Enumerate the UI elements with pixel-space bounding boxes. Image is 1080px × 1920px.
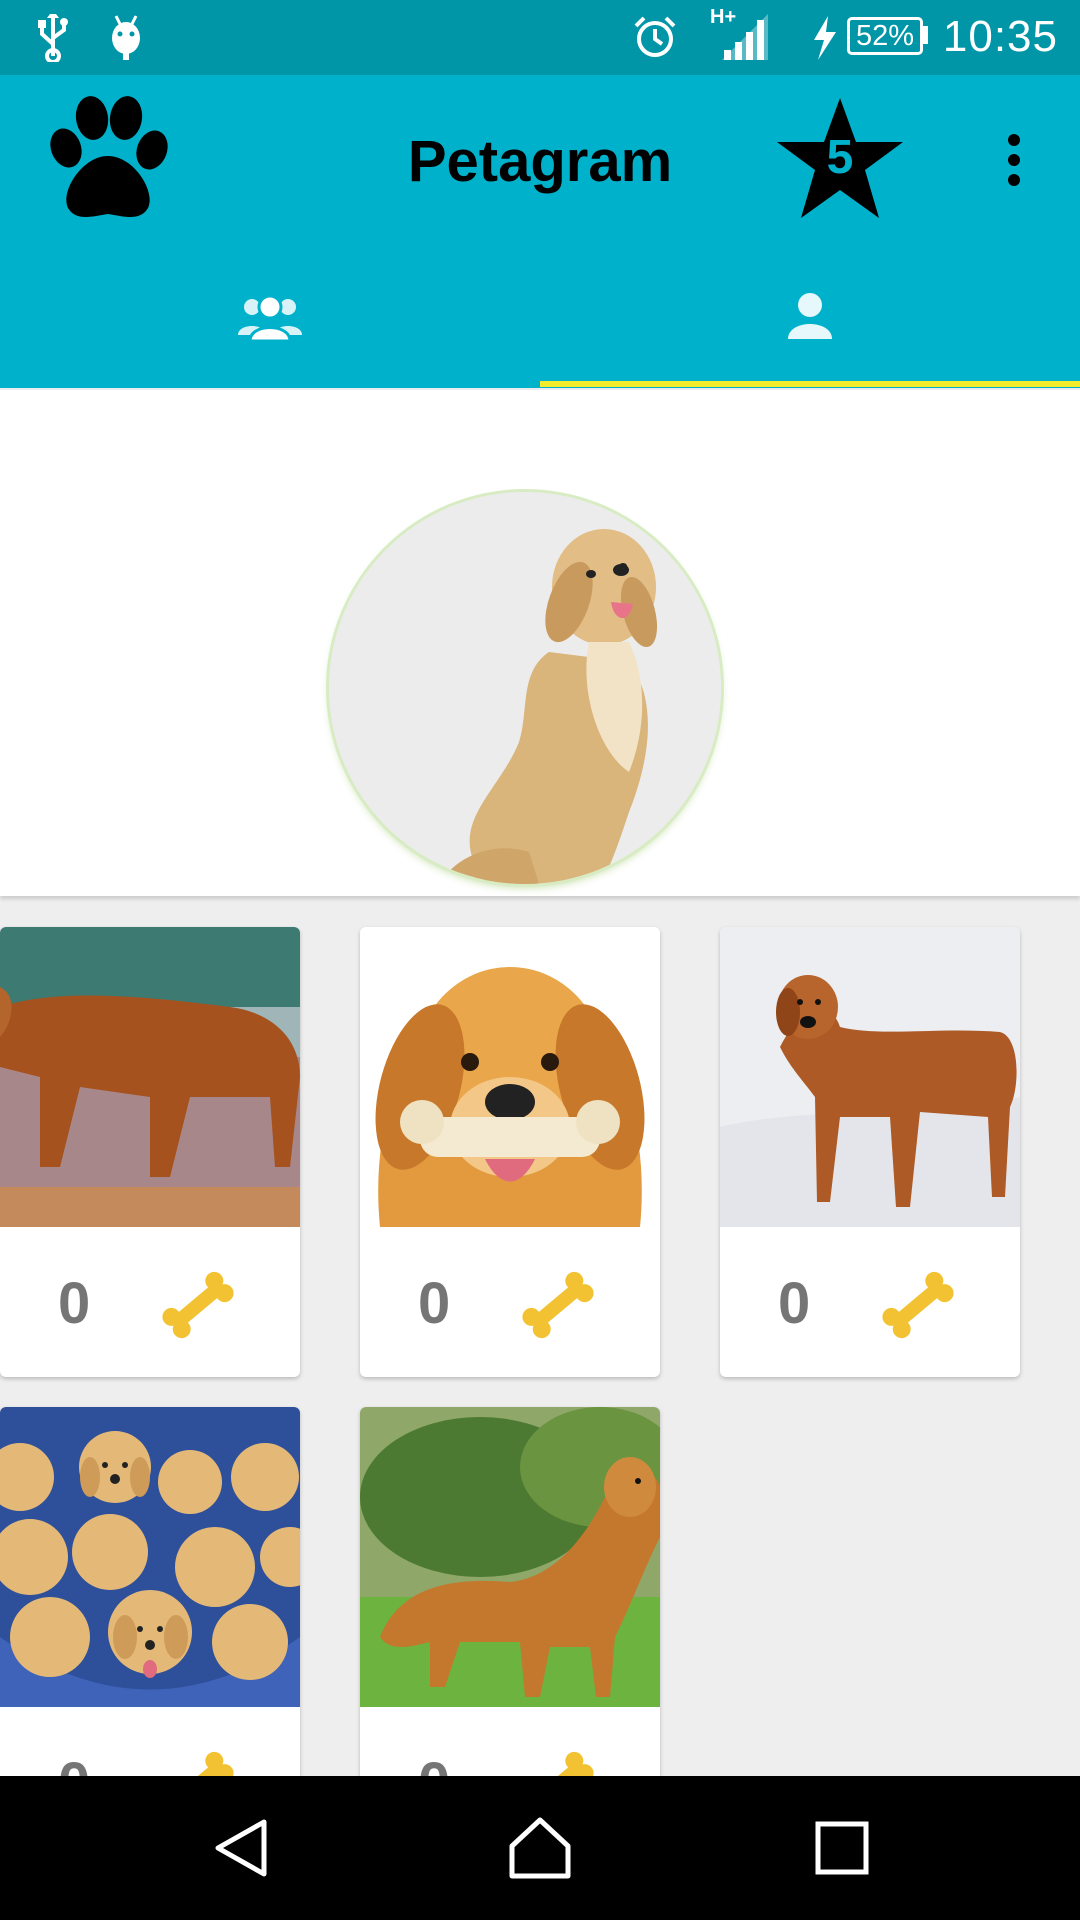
home-icon[interactable] xyxy=(508,1816,572,1880)
rating-count[interactable]: 5 xyxy=(790,130,890,185)
alarm-icon xyxy=(634,16,676,57)
back-icon[interactable] xyxy=(212,1818,272,1878)
usb-icon xyxy=(38,14,68,62)
group-icon xyxy=(238,294,302,341)
android-debug-icon xyxy=(112,15,140,60)
charging-icon xyxy=(814,16,836,60)
bone-icon[interactable] xyxy=(518,1265,598,1345)
app-title: Petagram xyxy=(407,129,673,194)
tab-indicator xyxy=(540,381,1080,387)
status-bar: H+ 52% 10:35 xyxy=(0,0,1080,75)
recents-icon[interactable] xyxy=(814,1820,870,1876)
dog-snow-photo[interactable] xyxy=(720,927,1020,1227)
bone-icon[interactable] xyxy=(158,1265,238,1345)
photo-card[interactable]: 0 xyxy=(720,927,1020,1377)
photo-card[interactable]: 0 xyxy=(360,927,660,1377)
like-count: 0 xyxy=(58,1271,91,1336)
battery-nub xyxy=(923,26,928,44)
dog-bone-photo[interactable] xyxy=(360,927,660,1227)
person-icon xyxy=(788,293,832,339)
bone-icon[interactable] xyxy=(878,1265,958,1345)
status-time: 10:35 xyxy=(942,12,1058,61)
dog-beach-photo[interactable] xyxy=(0,927,300,1227)
dog-sitting-image xyxy=(329,492,721,884)
overflow-menu-icon[interactable] xyxy=(998,134,1030,186)
battery-icon: 52% xyxy=(847,17,923,55)
like-count: 0 xyxy=(778,1271,811,1336)
puppies-photo[interactable] xyxy=(0,1407,300,1707)
signal-icon xyxy=(722,14,768,60)
photo-card[interactable]: 0 xyxy=(0,927,300,1377)
tab-followers[interactable] xyxy=(0,265,540,385)
navigation-bar xyxy=(0,1776,1080,1920)
profile-avatar[interactable] xyxy=(329,492,721,884)
battery-level: 52% xyxy=(855,20,915,52)
tab-profile[interactable] xyxy=(540,265,1080,385)
dog-garden-photo[interactable] xyxy=(360,1407,660,1707)
like-count: 0 xyxy=(418,1271,451,1336)
